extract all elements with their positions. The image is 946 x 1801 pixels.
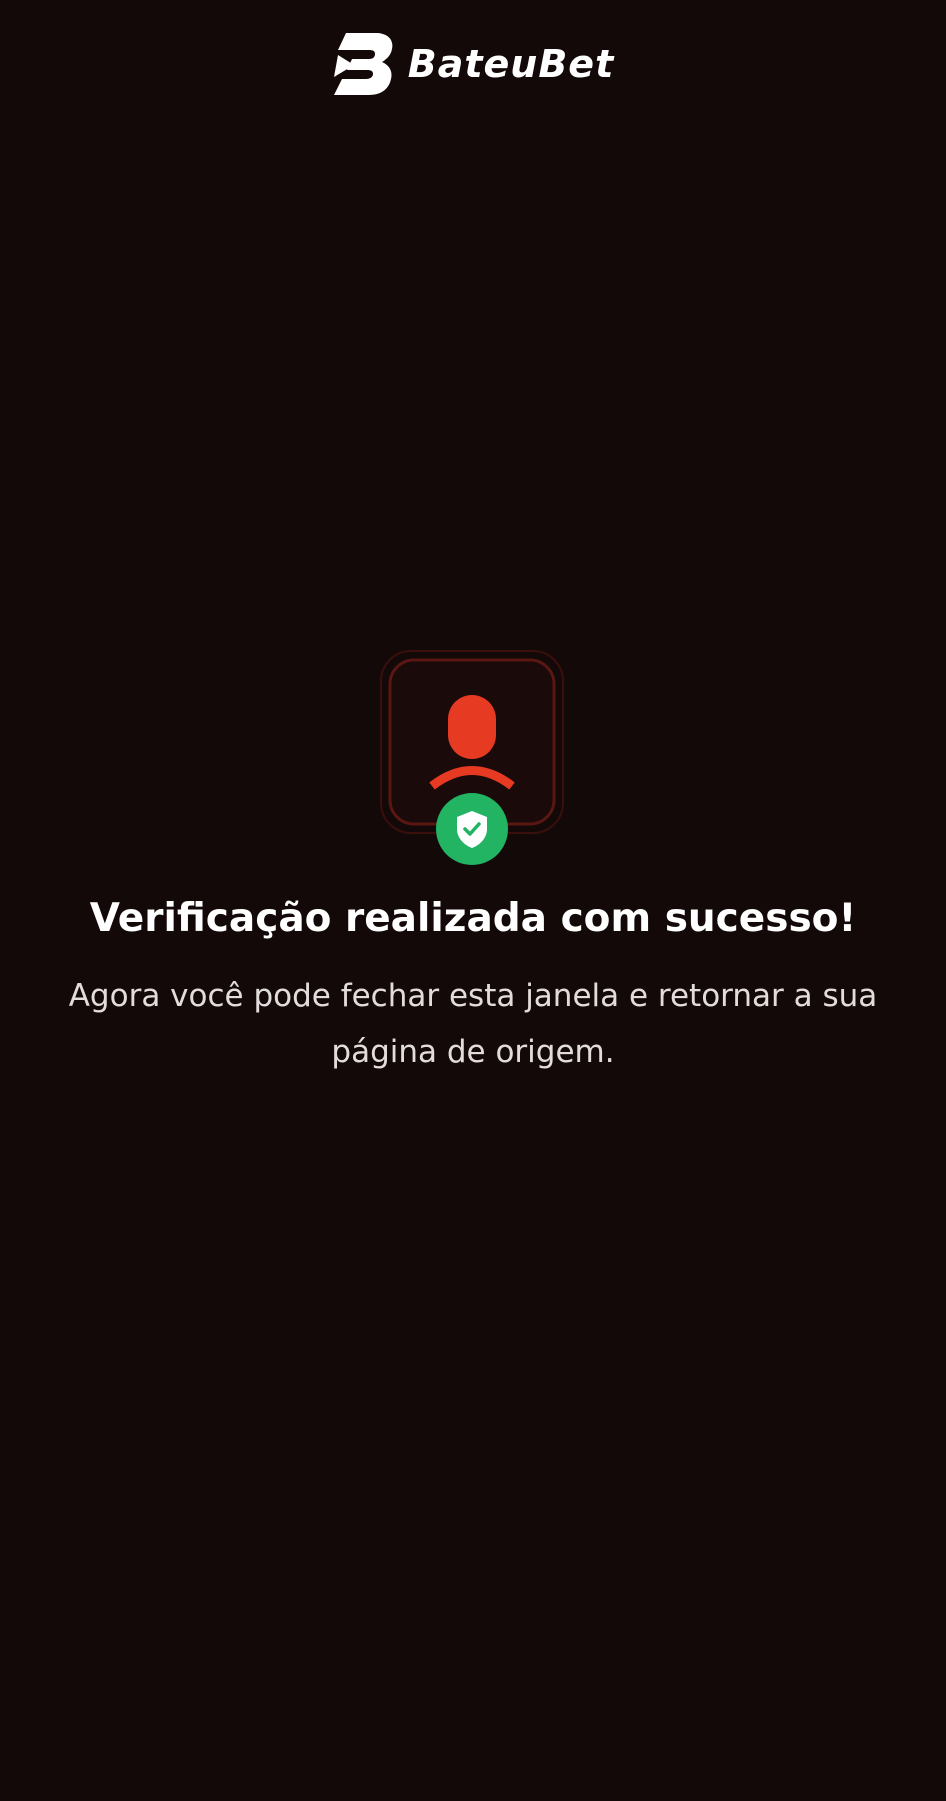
page-title: Verificação realizada com sucesso! — [89, 896, 857, 941]
verification-success-page: BateuBet Verificação realizada com suces… — [0, 0, 946, 1801]
brand-name: BateuBet — [407, 42, 615, 86]
verification-illustration — [379, 649, 565, 869]
face-frame — [380, 650, 564, 865]
bateubet-logo-icon — [333, 33, 393, 95]
success-message: Agora você pode fechar esta janela e ret… — [68, 978, 878, 1070]
shield-check-icon — [436, 793, 508, 865]
header: BateuBet — [0, 28, 946, 100]
